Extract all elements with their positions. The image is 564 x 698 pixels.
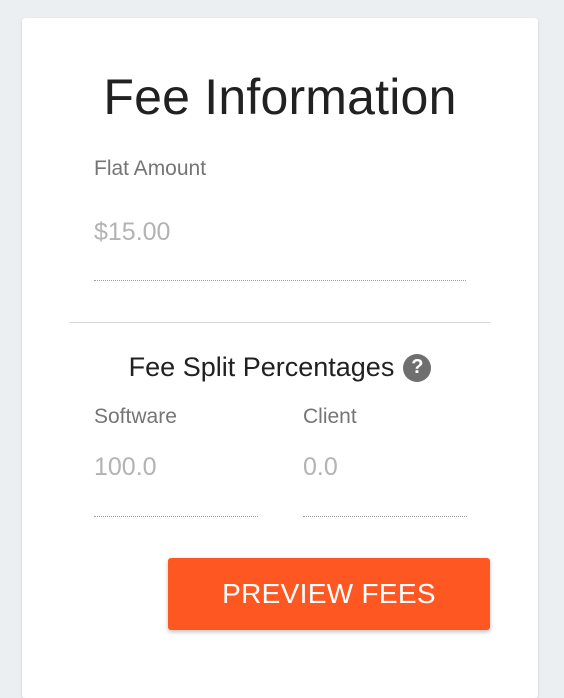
flat-amount-underline: [94, 280, 466, 281]
section-divider: [70, 322, 490, 323]
client-percent-input[interactable]: [303, 453, 467, 482]
flat-amount-label: Flat Amount: [94, 157, 207, 180]
flat-amount-input[interactable]: [94, 218, 466, 247]
software-underline: [94, 516, 258, 517]
fee-split-heading-text: Fee Split Percentages: [128, 352, 395, 382]
fee-split-heading: Fee Split Percentages ?: [22, 352, 538, 383]
help-icon[interactable]: ?: [403, 353, 432, 382]
software-percent-input[interactable]: [94, 453, 258, 482]
fee-information-card: Fee Information Flat Amount Fee Split Pe…: [22, 18, 538, 698]
card-title: Fee Information: [103, 69, 457, 125]
software-label: Software: [94, 405, 177, 428]
client-label: Client: [303, 405, 357, 428]
preview-fees-button[interactable]: PREVIEW FEES: [168, 558, 490, 630]
client-underline: [303, 516, 467, 517]
